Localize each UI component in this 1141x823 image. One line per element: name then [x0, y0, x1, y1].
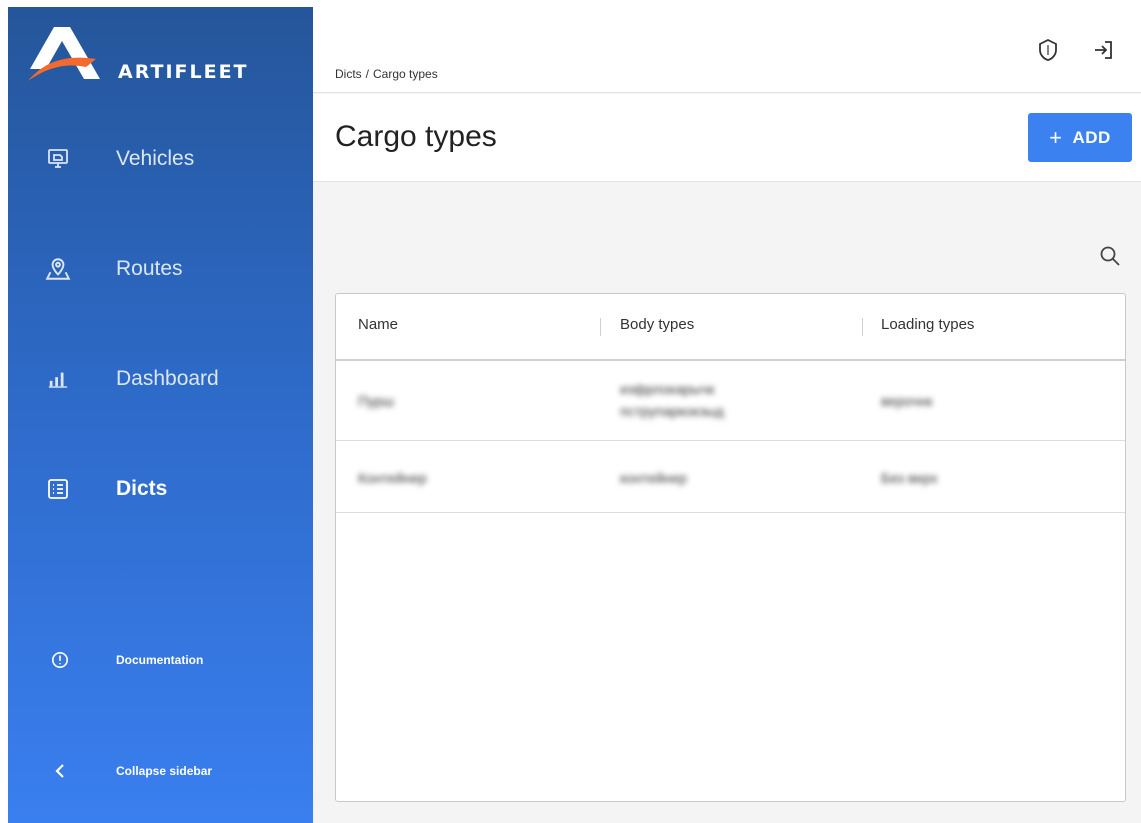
column-header-name[interactable]: Name: [358, 316, 398, 333]
logo[interactable]: ARTIFLEET: [26, 23, 296, 83]
brand-name: ARTIFLEET: [118, 61, 249, 83]
monitor-icon: [44, 145, 72, 173]
cargo-types-table: Name Body types Loading types Пурш изфрл…: [335, 293, 1126, 802]
cell-loading-types: Без верх: [881, 470, 938, 486]
search-icon[interactable]: [1096, 242, 1124, 270]
cell-name: Пурш: [358, 393, 394, 409]
sidebar-item-dashboard[interactable]: Dashboard: [8, 349, 313, 409]
chevron-left-icon: [50, 761, 70, 781]
sidebar-item-label: Vehicles: [116, 147, 195, 170]
sidebar-item-label: Dicts: [116, 477, 168, 500]
cell-loading-types: верочнк: [881, 393, 933, 409]
info-icon: [50, 650, 70, 670]
app-frame: ARTIFLEET Vehicles Routes Dashboard Dict…: [8, 7, 1141, 823]
breadcrumb-item-dicts[interactable]: Dicts: [335, 67, 362, 81]
page-titlebar: Cargo types + ADD: [313, 94, 1141, 182]
documentation-link[interactable]: Documentation: [8, 640, 313, 680]
column-divider: [862, 318, 863, 336]
breadcrumb: Dicts / Cargo types: [335, 67, 438, 81]
documentation-label: Documentation: [116, 653, 204, 667]
cell-name: Контейнер: [358, 470, 427, 486]
table-header: Name Body types Loading types: [336, 294, 1125, 361]
column-header-body-types[interactable]: Body types: [620, 316, 694, 333]
cell-body-types: изфрлокарычк пструпаркокзыд: [620, 381, 724, 419]
shield-icon[interactable]: [1035, 37, 1061, 63]
column-header-loading-types[interactable]: Loading types: [881, 316, 974, 333]
map-pin-icon: [44, 255, 72, 283]
table-row[interactable]: Контейнер контейнер Без верх: [336, 441, 1125, 513]
add-button[interactable]: + ADD: [1028, 113, 1132, 162]
top-header: Dicts / Cargo types: [313, 7, 1141, 93]
page-title: Cargo types: [335, 120, 497, 153]
collapse-sidebar-label: Collapse sidebar: [116, 764, 213, 778]
sidebar-item-dicts[interactable]: Dicts: [8, 459, 313, 519]
breadcrumb-separator: /: [365, 67, 370, 81]
sidebar-item-label: Dashboard: [116, 367, 219, 390]
logout-icon[interactable]: [1090, 37, 1116, 63]
breadcrumb-item-cargo-types: Cargo types: [373, 67, 438, 81]
column-divider: [600, 318, 601, 336]
collapse-sidebar-button[interactable]: Collapse sidebar: [8, 751, 313, 791]
sidebar-item-label: Routes: [116, 257, 183, 280]
sidebar-item-vehicles[interactable]: Vehicles: [8, 129, 313, 189]
table-row[interactable]: Пурш изфрлокарычк пструпаркокзыд верочнк: [336, 362, 1125, 441]
artifleet-logo-icon: [28, 27, 100, 81]
add-button-label: ADD: [1072, 127, 1111, 147]
plus-icon: +: [1049, 124, 1063, 150]
sidebar: ARTIFLEET Vehicles Routes Dashboard Dict…: [8, 7, 313, 823]
cell-body-types: контейнер: [620, 470, 687, 486]
sidebar-item-routes[interactable]: Routes: [8, 239, 313, 299]
bar-chart-icon: [44, 365, 72, 393]
list-icon: [44, 475, 72, 503]
